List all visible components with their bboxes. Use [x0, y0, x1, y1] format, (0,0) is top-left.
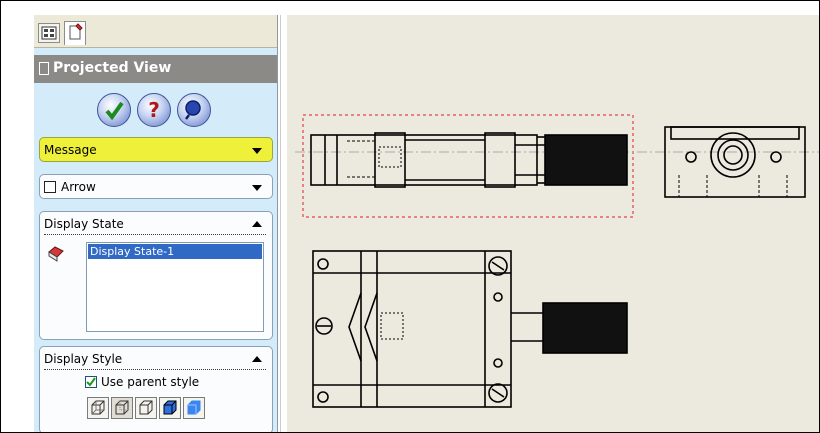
arrow-header[interactable]: Arrow	[40, 175, 272, 199]
arrow-checkbox[interactable]	[44, 181, 56, 193]
display-style-group: Display Style Use parent style	[39, 346, 273, 432]
message-header[interactable]: Message	[40, 138, 272, 162]
hidden-lines-visible-icon	[115, 400, 129, 415]
ok-icon	[98, 94, 130, 126]
expand-icon[interactable]	[252, 148, 262, 154]
wireframe-button[interactable]	[87, 397, 109, 419]
message-label: Message	[44, 143, 97, 157]
detailed-preview-button[interactable]	[177, 93, 211, 127]
shaded-button[interactable]	[183, 397, 205, 419]
display-state-icon	[48, 246, 64, 262]
solidworks-window: Projected View ? Message Arrow Display S…	[0, 0, 820, 433]
shaded-with-edges-icon	[163, 400, 177, 415]
shaded-icon	[187, 400, 201, 415]
detailed-preview-icon	[178, 94, 210, 126]
drawing-sheet	[295, 114, 819, 408]
shaded-with-edges-button[interactable]	[159, 397, 181, 419]
arrow-label: Arrow	[61, 180, 96, 194]
display-state-label: Display State	[44, 217, 124, 231]
feature-tree-icon	[41, 26, 57, 40]
panel-divider[interactable]	[280, 15, 281, 432]
expand-icon[interactable]	[252, 185, 262, 191]
divider	[44, 369, 266, 370]
hidden-lines-removed-icon	[139, 400, 153, 415]
tab-feature-manager[interactable]	[38, 23, 60, 43]
use-parent-style-label: Use parent style	[101, 375, 200, 389]
display-style-header[interactable]: Display Style	[40, 347, 272, 371]
right-view	[664, 126, 806, 198]
display-state-list[interactable]: Display State-1	[86, 242, 264, 332]
display-state-group: Display State Display State-1	[39, 211, 273, 340]
panel-tabs	[34, 15, 277, 48]
hidden-lines-removed-button[interactable]	[135, 397, 157, 419]
message-group[interactable]: Message	[39, 137, 273, 162]
arrow-group: Arrow	[39, 174, 273, 199]
wireframe-icon	[91, 400, 105, 415]
hidden-lines-visible-button[interactable]	[111, 397, 133, 419]
front-view	[312, 250, 628, 408]
collapse-icon[interactable]	[252, 356, 262, 362]
help-button[interactable]: ?	[137, 93, 171, 127]
divider	[44, 234, 266, 235]
display-state-header[interactable]: Display State	[40, 212, 272, 236]
panel-title: Projected View	[53, 60, 172, 76]
ok-button[interactable]	[97, 93, 131, 127]
panel-title-bar: Projected View	[34, 55, 277, 83]
drawing-canvas[interactable]	[287, 15, 819, 432]
top-view	[310, 132, 628, 188]
property-manager-icon	[69, 23, 83, 40]
property-manager: Projected View ? Message Arrow Display S…	[34, 15, 278, 432]
tab-property-manager[interactable]	[64, 21, 86, 45]
display-style-label: Display Style	[44, 352, 123, 366]
list-item[interactable]: Display State-1	[88, 244, 262, 259]
use-parent-style-checkbox[interactable]	[85, 376, 97, 388]
collapse-icon[interactable]	[252, 221, 262, 227]
action-buttons: ?	[34, 93, 277, 133]
checkmark-icon	[86, 377, 96, 387]
help-icon: ?	[148, 98, 160, 122]
projected-view-icon	[39, 62, 49, 75]
